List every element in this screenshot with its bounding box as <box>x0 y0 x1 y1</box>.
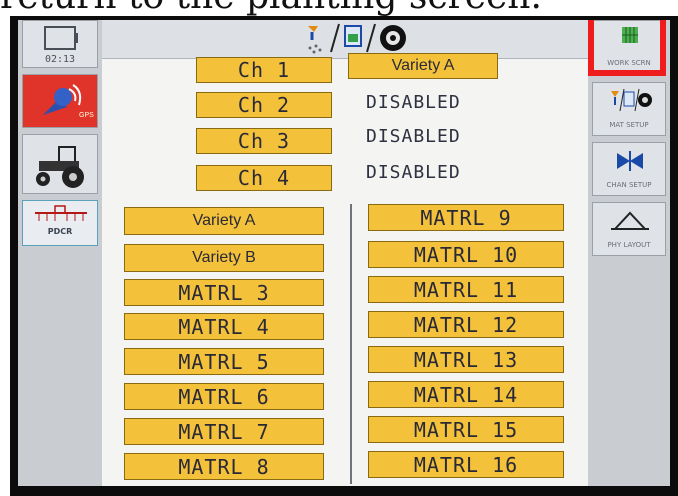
work-screen-highlight-box <box>588 20 666 76</box>
material-button[interactable]: MATRL 6 <box>124 383 324 410</box>
monitor-icon <box>44 26 78 50</box>
seed-disc-icon <box>380 25 406 51</box>
material-button[interactable]: MATRL 7 <box>124 418 324 445</box>
material-button[interactable]: MATRL 12 <box>368 311 564 338</box>
gps-button[interactable]: GPS <box>22 74 98 128</box>
material-button[interactable]: MATRL 16 <box>368 451 564 478</box>
header-icons <box>302 22 408 54</box>
material-button[interactable]: MATRL 9 <box>368 204 564 231</box>
left-sidebar: 02:13 GPS PDCR <box>18 20 102 486</box>
channel-button-3[interactable]: Ch 3 <box>196 128 332 154</box>
phy-layout-label: PHY LAYOUT <box>607 241 651 249</box>
mat-setup-button[interactable]: MAT SETUP <box>592 82 666 136</box>
clock-readout: 02:13 <box>44 54 76 65</box>
channel-button-1[interactable]: Ch 1 <box>196 57 332 83</box>
material-button[interactable]: MATRL 8 <box>124 453 324 480</box>
channel-button-4[interactable]: Ch 4 <box>196 165 332 191</box>
channel-button-2[interactable]: Ch 2 <box>196 92 332 118</box>
channel-link-icon <box>617 151 643 171</box>
monitor-screen: 02:13 GPS PDCR Ch 1 Variety A Ch 2 DISAB… <box>18 20 670 486</box>
tractor-icon <box>36 146 84 188</box>
material-button[interactable]: MATRL 15 <box>368 416 564 443</box>
gps-label: GPS <box>79 112 94 119</box>
pdcr-button[interactable]: PDCR <box>22 200 98 246</box>
channel-status-4: DISABLED <box>366 162 461 183</box>
material-button[interactable]: Variety A <box>124 207 324 235</box>
channel-status-3: DISABLED <box>366 126 461 147</box>
tractor-button[interactable] <box>22 134 98 194</box>
slash-divider-icon <box>330 23 340 53</box>
satellite-icon: GPS <box>43 84 94 119</box>
chan-setup-label: CHAN SETUP <box>606 181 652 189</box>
pdcr-label: PDCR <box>47 227 73 236</box>
material-button[interactable]: MATRL 4 <box>124 313 324 340</box>
hopper-icon <box>344 25 362 47</box>
channel-assignment-1[interactable]: Variety A <box>348 53 498 79</box>
right-sidebar: WORK SCRN MAT SETUP CHAN SETUP PHY LAYOU… <box>588 20 670 486</box>
material-button[interactable]: MATRL 10 <box>368 241 564 268</box>
material-button[interactable]: Variety B <box>124 244 324 272</box>
home-button[interactable]: 02:13 <box>22 20 98 68</box>
channel-status-2: DISABLED <box>366 92 461 113</box>
material-column-divider <box>350 204 352 484</box>
material-button[interactable]: MATRL 11 <box>368 276 564 303</box>
slash-divider-icon <box>366 23 376 53</box>
material-button[interactable]: MATRL 14 <box>368 381 564 408</box>
physical-layout-icon <box>611 211 649 230</box>
seed-drop-icon <box>308 26 322 54</box>
chan-setup-button[interactable]: CHAN SETUP <box>592 142 666 196</box>
mat-setup-label: MAT SETUP <box>609 121 649 129</box>
planter-icon <box>35 205 87 221</box>
phy-layout-button[interactable]: PHY LAYOUT <box>592 202 666 256</box>
screen-header <box>102 20 588 59</box>
mat-setup-icon <box>611 88 652 112</box>
material-button[interactable]: MATRL 13 <box>368 346 564 373</box>
material-button[interactable]: MATRL 5 <box>124 348 324 375</box>
material-button[interactable]: MATRL 3 <box>124 279 324 306</box>
